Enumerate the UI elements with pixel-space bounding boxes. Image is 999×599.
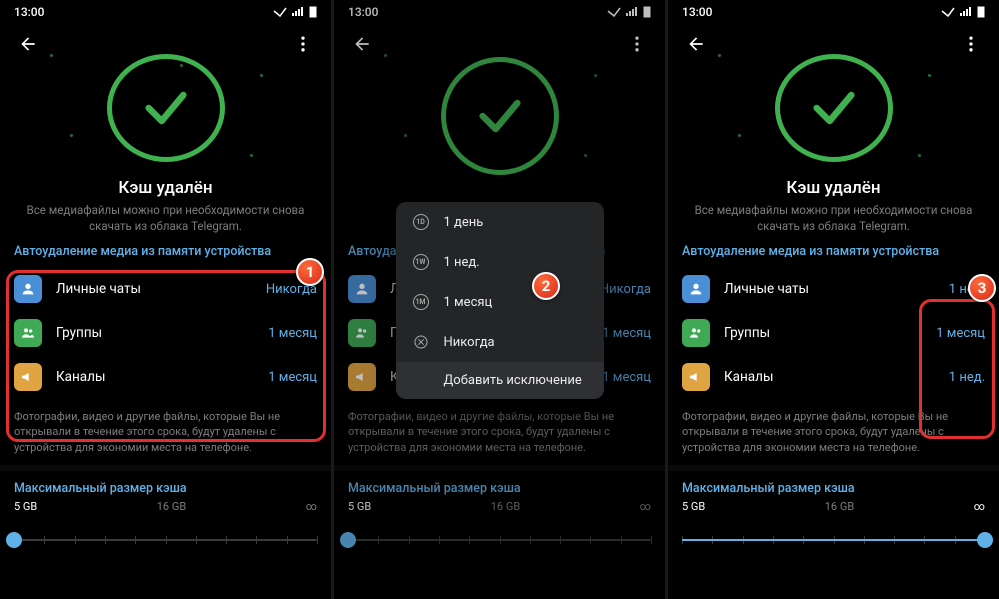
popup-option-never[interactable]: Никогда <box>396 322 604 362</box>
step-badge-3: 3 <box>968 274 996 302</box>
status-bar: 13:00 <box>668 0 999 24</box>
megaphone-icon <box>14 363 42 391</box>
top-bar <box>0 24 331 64</box>
person-icon <box>14 275 42 303</box>
cache-slider[interactable] <box>14 531 317 561</box>
phone-screen-1: 13:00 Кэш удалён Все медиафайлы можно пр… <box>0 0 331 599</box>
autodelete-section: Автоудаление медиа из памяти устройства … <box>0 234 331 403</box>
cache-slider[interactable] <box>682 531 985 561</box>
cache-size-section: Максимальный размер кэша 5 GB 16 GB ∞ <box>668 471 999 561</box>
status-icons <box>273 6 317 18</box>
1d-icon: 1D <box>412 213 430 231</box>
megaphone-icon <box>682 363 710 391</box>
person-icon <box>682 275 710 303</box>
status-icons <box>941 6 985 18</box>
never-icon <box>412 333 430 351</box>
row-label: Личные чаты <box>724 281 935 297</box>
group-icon <box>14 319 42 347</box>
more-menu-button[interactable] <box>955 28 987 60</box>
row-value: 1 месяц <box>268 326 317 341</box>
popup-option-1week[interactable]: 1W 1 нед. <box>396 242 604 282</box>
row-personal-chats[interactable]: Личные чаты 1 нед. <box>682 267 985 311</box>
cache-size-section: Максимальный размер кэша 5 GB 16 GB ∞ <box>0 471 331 561</box>
row-label: Группы <box>724 325 922 341</box>
autodelete-footnote: Фотографии, видео и другие файлы, которы… <box>0 403 331 465</box>
row-channels[interactable]: Каналы 1 нед. <box>682 355 985 399</box>
row-channels[interactable]: Каналы 1 месяц <box>14 355 317 399</box>
success-check-icon <box>775 54 893 162</box>
slider-labels: 5 GB 16 GB ∞ <box>14 500 317 513</box>
more-menu-button[interactable] <box>287 28 319 60</box>
row-value: 1 месяц <box>268 370 317 385</box>
row-label: Каналы <box>724 369 935 385</box>
hero-subtitle: Все медиафайлы можно при необходимости с… <box>0 202 331 234</box>
status-bar: 13:00 <box>0 0 331 24</box>
hero-subtitle: Все медиафайлы можно при необходимости с… <box>668 202 999 234</box>
phone-screen-3: 13:00 Кэш удалён Все медиафайлы можно пр… <box>668 0 999 599</box>
popup-add-exception[interactable]: Добавить исключение <box>396 362 604 399</box>
autodelete-section: Автоудаление медиа из памяти устройства … <box>668 234 999 403</box>
hero-title: Кэш удалён <box>786 178 880 198</box>
section-title: Автоудаление медиа из памяти устройства <box>14 244 317 259</box>
top-bar <box>668 24 999 64</box>
group-icon <box>682 319 710 347</box>
phone-screen-2: 13:00 Кэш удалён Все медиаф Автоудаление… <box>334 0 665 599</box>
section-title: Максимальный размер кэша <box>14 481 317 496</box>
section-title: Максимальный размер кэша <box>682 481 985 496</box>
autodelete-footnote: Фотографии, видео и другие файлы, которы… <box>668 403 999 465</box>
row-label: Личные чаты <box>56 281 252 297</box>
row-groups[interactable]: Группы 1 месяц <box>682 311 985 355</box>
1m-icon: 1M <box>412 293 430 311</box>
row-personal-chats[interactable]: Личные чаты Никогда <box>14 267 317 311</box>
back-button[interactable] <box>12 28 44 60</box>
hero-title: Кэш удалён <box>118 178 212 198</box>
slider-labels: 5 GB 16 GB ∞ <box>682 500 985 513</box>
step-badge-1: 1 <box>296 258 324 286</box>
popup-option-1month[interactable]: 1M 1 месяц <box>396 282 604 322</box>
popup-option-1day[interactable]: 1D 1 день <box>396 202 604 242</box>
back-button[interactable] <box>680 28 712 60</box>
status-time: 13:00 <box>14 5 44 19</box>
status-time: 13:00 <box>682 5 712 19</box>
row-groups[interactable]: Группы 1 месяц <box>14 311 317 355</box>
autodelete-popup: 1D 1 день 1W 1 нед. 1M 1 месяц Никогда Д… <box>396 202 604 399</box>
row-value: 1 месяц <box>936 326 985 341</box>
row-label: Группы <box>56 325 254 341</box>
1w-icon: 1W <box>412 253 430 271</box>
section-title: Автоудаление медиа из памяти устройства <box>682 244 985 259</box>
step-badge-2: 2 <box>532 272 560 300</box>
row-label: Каналы <box>56 369 254 385</box>
row-value: 1 нед. <box>949 370 985 385</box>
success-check-icon <box>107 54 225 162</box>
